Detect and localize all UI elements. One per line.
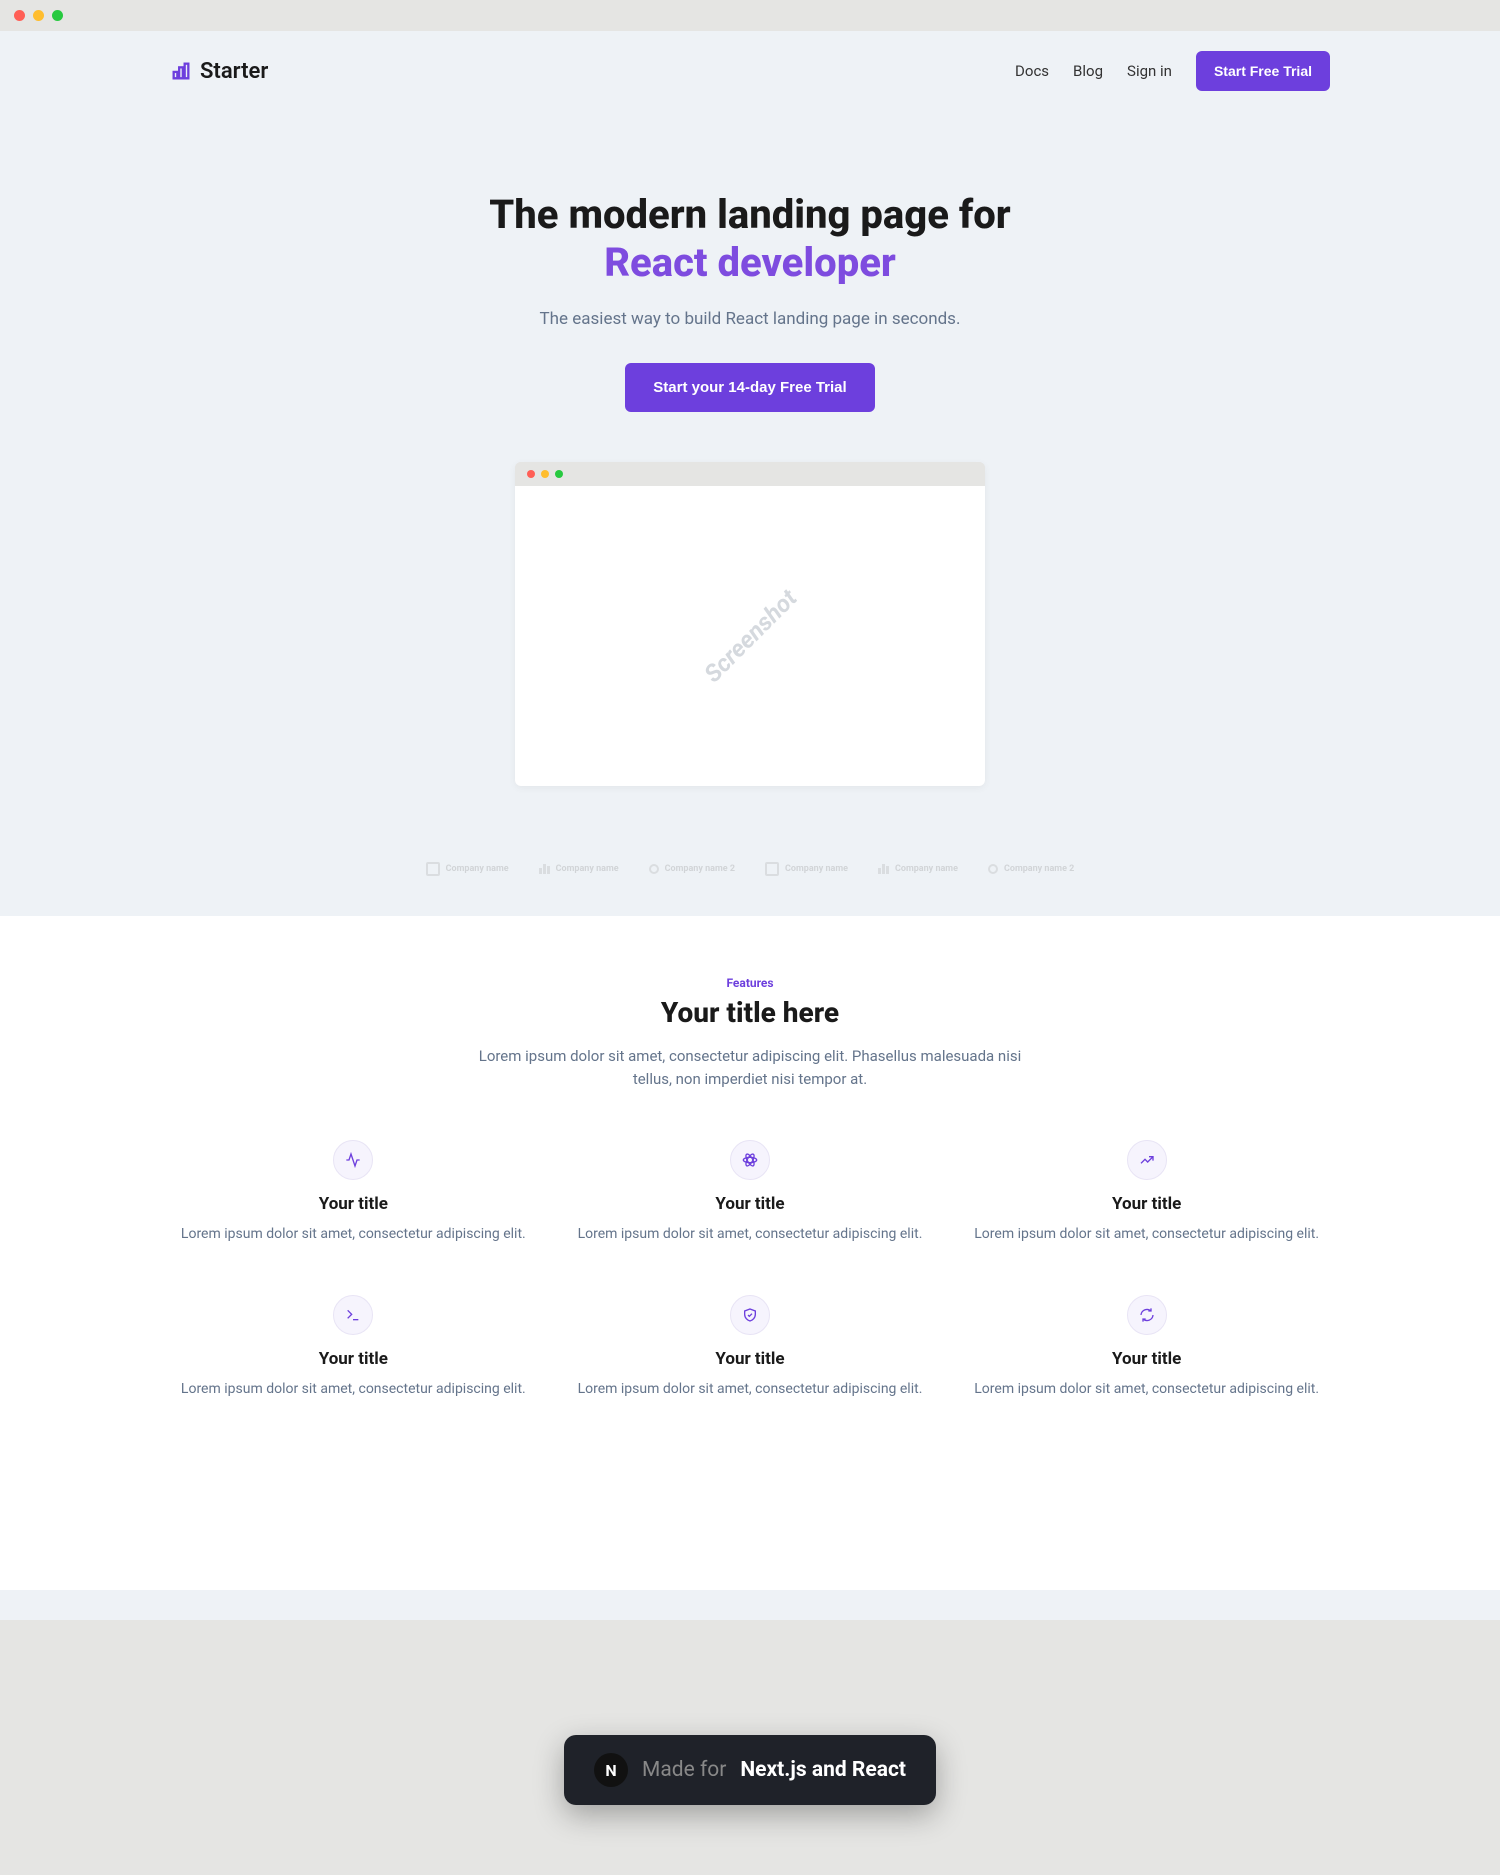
feature-card: Your title Lorem ipsum dolor sit amet, c… bbox=[170, 1295, 537, 1400]
feature-desc: Lorem ipsum dolor sit amet, consectetur … bbox=[567, 1224, 934, 1245]
toast-prefix: Made for bbox=[642, 1758, 726, 1782]
company-name: Company name bbox=[446, 864, 509, 874]
start-free-trial-button[interactable]: Start Free Trial bbox=[1196, 51, 1330, 91]
company-name: Company name 2 bbox=[665, 864, 735, 874]
primary-nav: Docs Blog Sign in Start Free Trial bbox=[1015, 51, 1330, 91]
feature-desc: Lorem ipsum dolor sit amet, consectetur … bbox=[170, 1224, 537, 1245]
shield-check-icon bbox=[730, 1295, 770, 1335]
bars-icon bbox=[539, 864, 550, 874]
feature-card: Your title Lorem ipsum dolor sit amet, c… bbox=[963, 1295, 1330, 1400]
feature-desc: Lorem ipsum dolor sit amet, consectetur … bbox=[567, 1379, 934, 1400]
company-logo: Company name 2 bbox=[649, 864, 735, 874]
bar-chart-icon bbox=[170, 60, 192, 82]
screenshot-body: Screenshot bbox=[515, 486, 985, 786]
toast-bold: Next.js and React bbox=[740, 1758, 906, 1782]
site-logo[interactable]: Starter bbox=[170, 59, 268, 84]
feature-card: Your title Lorem ipsum dolor sit amet, c… bbox=[567, 1140, 934, 1245]
square-icon bbox=[426, 862, 440, 876]
customer-logos: Company name Company name Company name 2… bbox=[0, 826, 1500, 916]
company-logo: Company name bbox=[426, 862, 509, 876]
trending-up-icon bbox=[1127, 1140, 1167, 1180]
hero-cta-button[interactable]: Start your 14-day Free Trial bbox=[625, 363, 874, 412]
feature-card: Your title Lorem ipsum dolor sit amet, c… bbox=[170, 1140, 537, 1245]
atom-icon bbox=[730, 1140, 770, 1180]
company-name: Company name 2 bbox=[1004, 864, 1074, 874]
company-logo: Company name 2 bbox=[988, 864, 1074, 874]
company-name: Company name bbox=[785, 864, 848, 874]
window-maximize-icon[interactable] bbox=[52, 10, 63, 21]
features-eyebrow: Features bbox=[170, 976, 1330, 990]
hero-title: The modern landing page for React develo… bbox=[40, 191, 1460, 287]
screenshot-maximize-icon bbox=[555, 470, 563, 478]
hero-title-line1: The modern landing page for bbox=[489, 191, 1010, 238]
window-minimize-icon[interactable] bbox=[33, 10, 44, 21]
feature-desc: Lorem ipsum dolor sit amet, consectetur … bbox=[963, 1379, 1330, 1400]
feature-title: Your title bbox=[170, 1194, 537, 1214]
circle-icon bbox=[988, 864, 998, 874]
terminal-icon bbox=[333, 1295, 373, 1335]
hero-section: The modern landing page for React develo… bbox=[0, 111, 1500, 826]
features-subtitle: Lorem ipsum dolor sit amet, consectetur … bbox=[470, 1045, 1030, 1090]
screenshot-watermark: Screenshot bbox=[698, 584, 802, 688]
screenshot-close-icon bbox=[527, 470, 535, 478]
feature-title: Your title bbox=[567, 1194, 934, 1214]
company-name: Company name bbox=[895, 864, 958, 874]
toast-notification: N Made for Next.js and React bbox=[564, 1735, 936, 1805]
outer-browser-chrome bbox=[0, 0, 1500, 31]
hero-subtitle: The easiest way to build React landing p… bbox=[40, 309, 1460, 329]
company-logo: Company name bbox=[878, 864, 958, 874]
nextjs-icon: N bbox=[594, 1753, 628, 1787]
bars-icon bbox=[878, 864, 889, 874]
nav-link-blog[interactable]: Blog bbox=[1073, 62, 1103, 80]
feature-title: Your title bbox=[170, 1349, 537, 1369]
feature-card: Your title Lorem ipsum dolor sit amet, c… bbox=[567, 1295, 934, 1400]
bottom-strip bbox=[0, 1590, 1500, 1620]
features-title: Your title here bbox=[170, 996, 1330, 1029]
features-grid: Your title Lorem ipsum dolor sit amet, c… bbox=[170, 1140, 1330, 1400]
page-content: Starter Docs Blog Sign in Start Free Tri… bbox=[0, 31, 1500, 1620]
feature-card: Your title Lorem ipsum dolor sit amet, c… bbox=[963, 1140, 1330, 1245]
logo-text: Starter bbox=[200, 59, 268, 84]
feature-title: Your title bbox=[567, 1349, 934, 1369]
square-icon bbox=[765, 862, 779, 876]
screenshot-chrome bbox=[515, 462, 985, 486]
nav-link-docs[interactable]: Docs bbox=[1015, 62, 1049, 80]
nav-link-signin[interactable]: Sign in bbox=[1127, 62, 1172, 80]
screenshot-minimize-icon bbox=[541, 470, 549, 478]
feature-desc: Lorem ipsum dolor sit amet, consectetur … bbox=[963, 1224, 1330, 1245]
refresh-icon bbox=[1127, 1295, 1167, 1335]
feature-desc: Lorem ipsum dolor sit amet, consectetur … bbox=[170, 1379, 537, 1400]
window-close-icon[interactable] bbox=[14, 10, 25, 21]
company-logo: Company name bbox=[539, 864, 619, 874]
feature-title: Your title bbox=[963, 1194, 1330, 1214]
features-section: Features Your title here Lorem ipsum dol… bbox=[0, 916, 1500, 1590]
circle-icon bbox=[649, 864, 659, 874]
hero-title-accent: React developer bbox=[604, 239, 896, 286]
activity-icon bbox=[333, 1140, 373, 1180]
feature-title: Your title bbox=[963, 1349, 1330, 1369]
company-name: Company name bbox=[556, 864, 619, 874]
hero-screenshot-frame: Screenshot bbox=[515, 462, 985, 786]
company-logo: Company name bbox=[765, 862, 848, 876]
site-header: Starter Docs Blog Sign in Start Free Tri… bbox=[0, 31, 1500, 111]
